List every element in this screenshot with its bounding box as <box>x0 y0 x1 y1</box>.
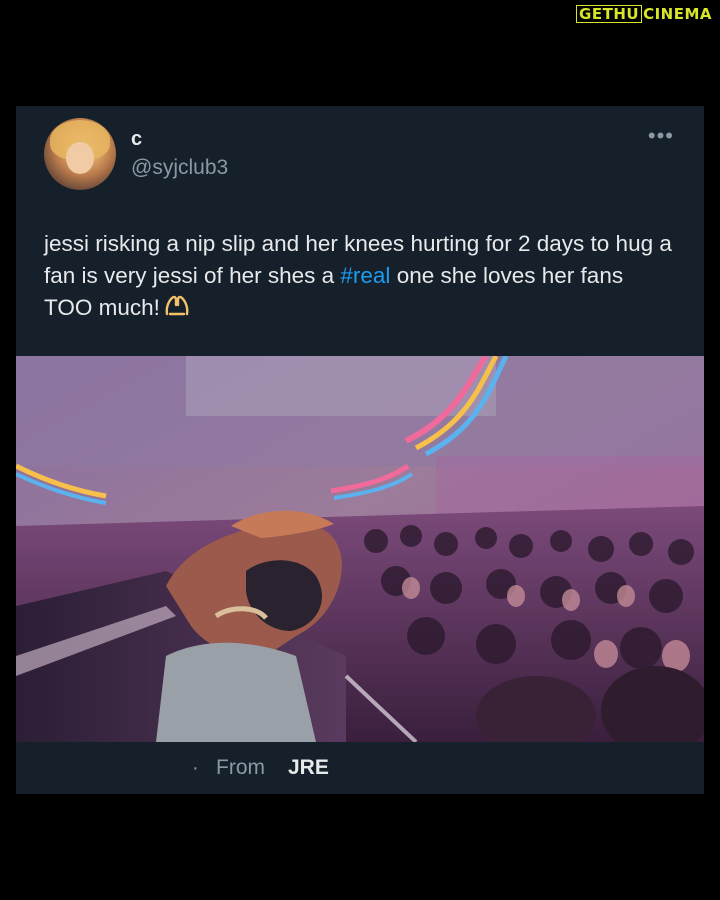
watermark-part-a: GETHU <box>576 5 643 23</box>
avatar[interactable] <box>44 118 116 190</box>
tweet-media-photo[interactable] <box>16 356 704 742</box>
more-horizontal-icon[interactable]: ••• <box>648 125 674 147</box>
display-name[interactable]: c <box>131 128 142 151</box>
tweet-header: c @syjclub3 ••• <box>16 106 704 206</box>
watermark-part-b: CINEMA <box>643 5 712 23</box>
tweet-card[interactable]: c @syjclub3 ••• jessi risking a nip slip… <box>16 106 704 794</box>
tweet-text: jessi risking a nip slip and her knees h… <box>44 228 674 325</box>
concert-photo <box>16 356 704 742</box>
hashtag-link[interactable]: #real <box>340 263 390 288</box>
attribution-row: · From JRE <box>16 742 704 794</box>
avatar-face <box>66 142 94 174</box>
watermark-logo: GETHU CINEMA <box>576 5 712 23</box>
from-label: From <box>216 756 265 779</box>
separator-dot: · <box>192 756 199 779</box>
from-source-link[interactable]: JRE <box>288 756 329 780</box>
user-handle[interactable]: @syjclub3 <box>131 156 228 180</box>
heart-hands-icon <box>164 293 190 325</box>
